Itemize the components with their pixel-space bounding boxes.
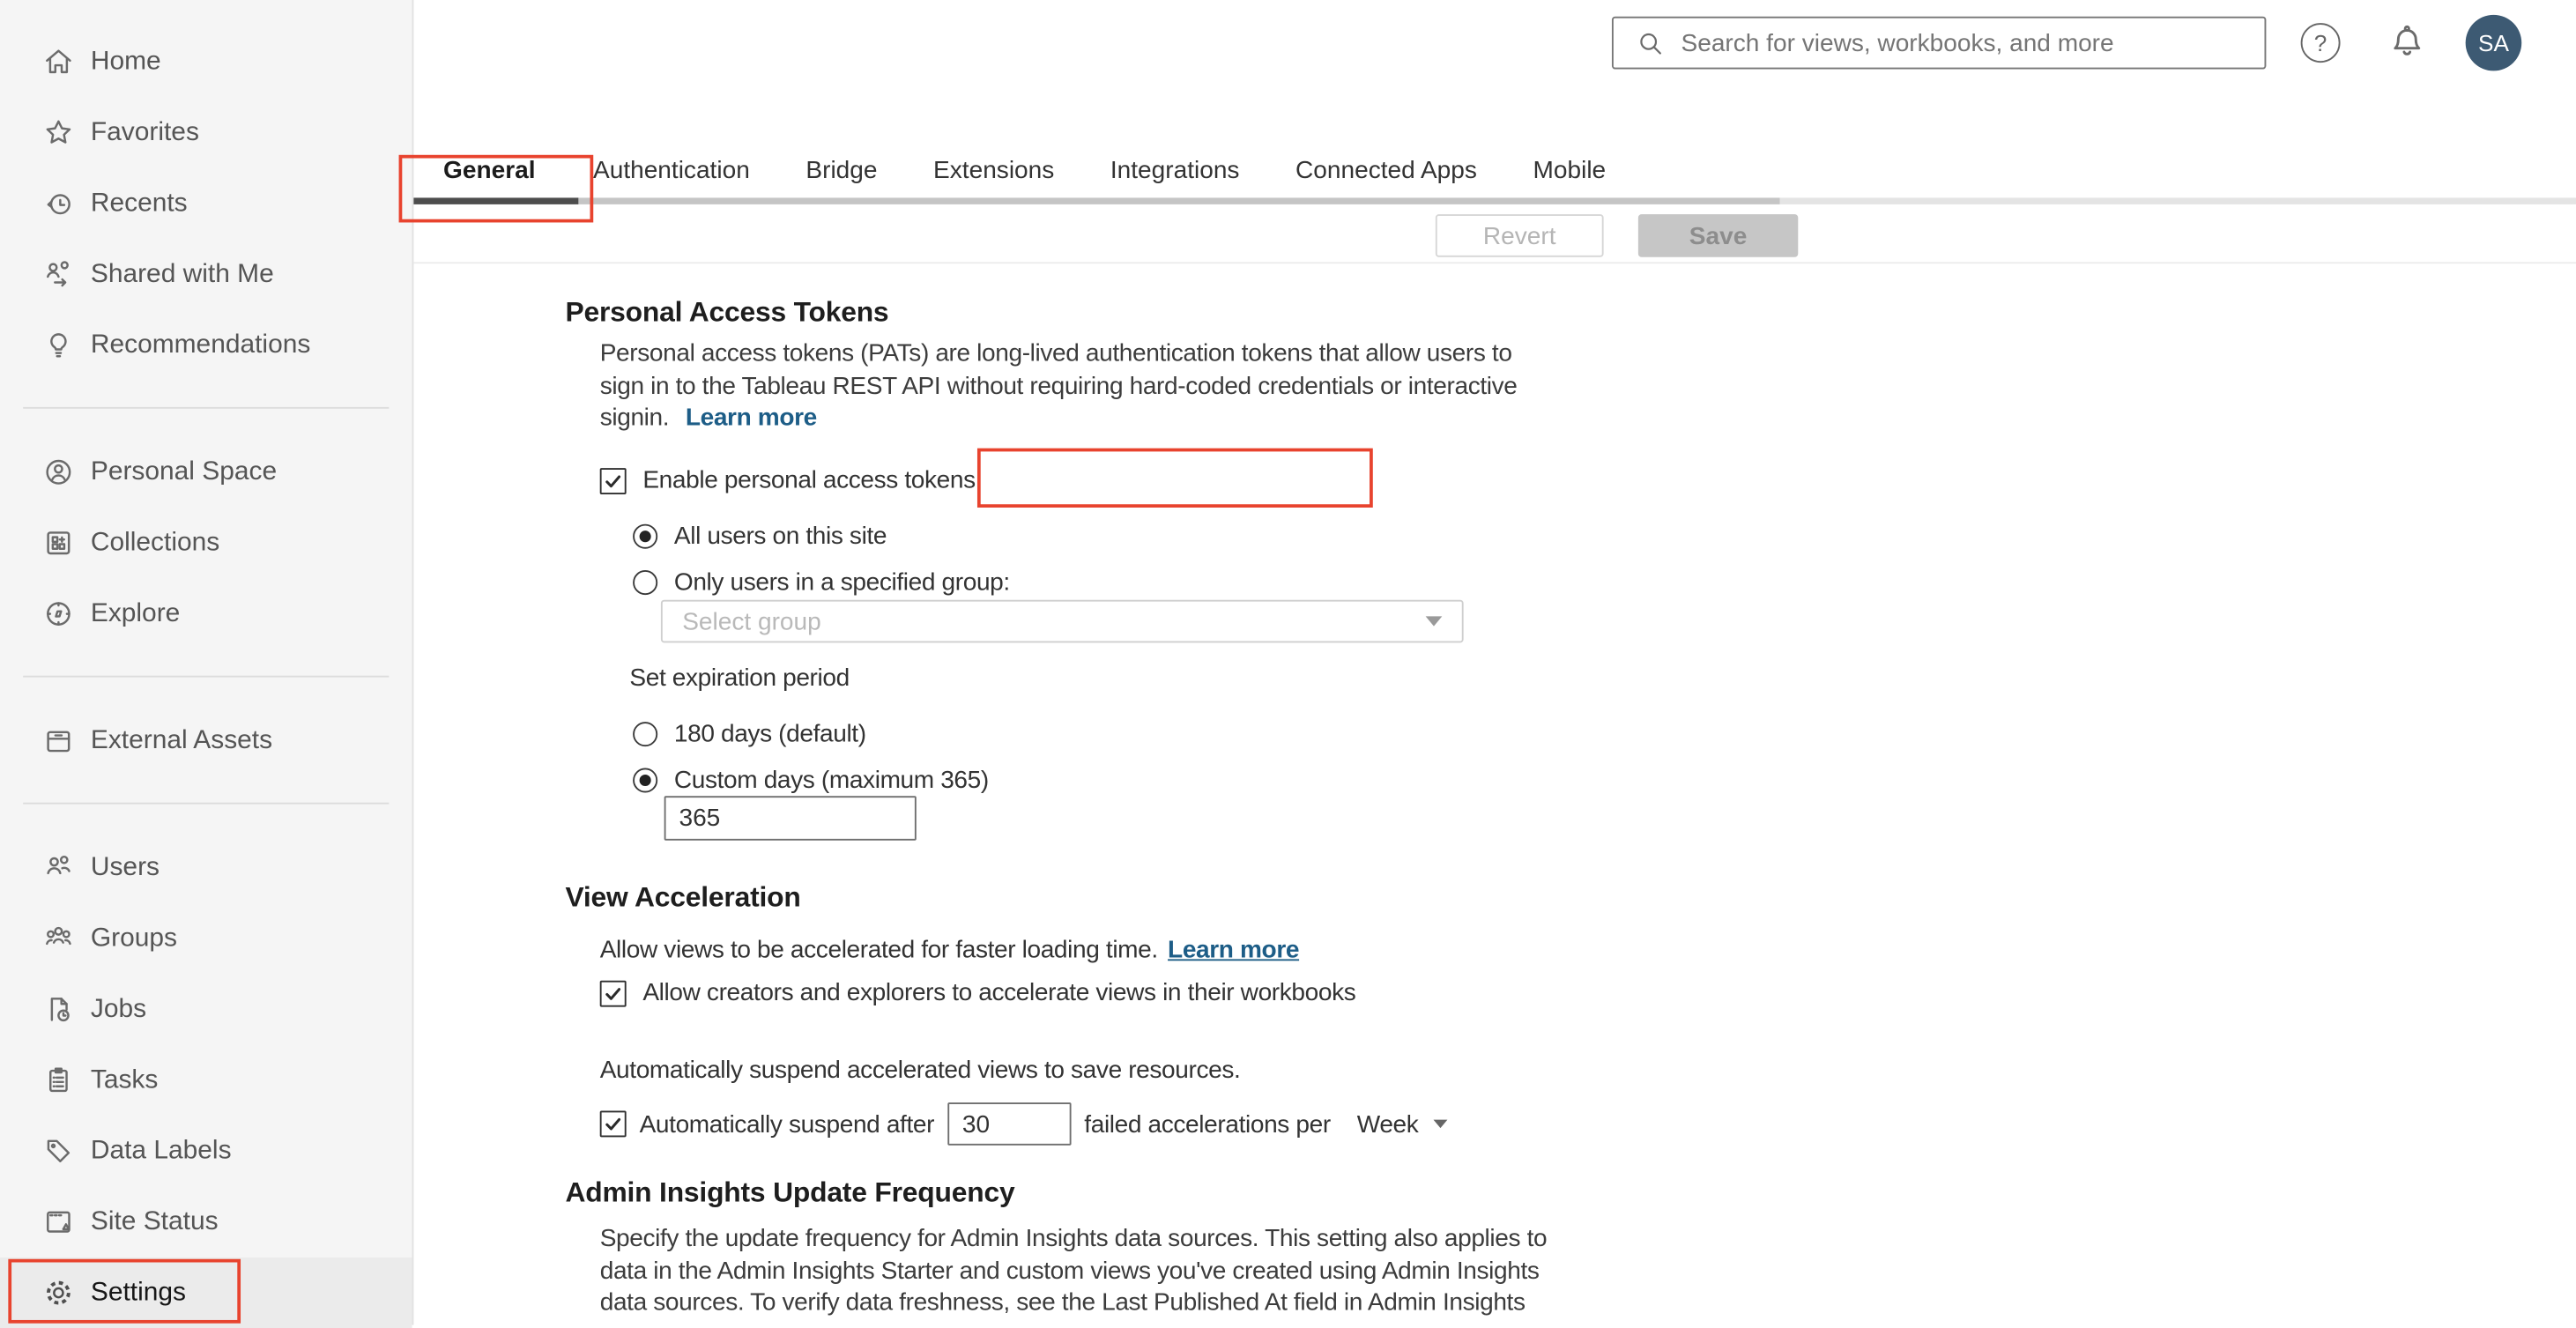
lightbulb-icon — [41, 328, 76, 362]
archive-icon — [41, 723, 76, 758]
sidebar-item-label: External Assets — [90, 725, 273, 754]
sidebar-item-label: Site Status — [90, 1206, 219, 1235]
va-suspend-row: Automatically suspend after failed accel… — [599, 1102, 1448, 1146]
group-select[interactable]: Select group — [660, 599, 1464, 643]
sidebar: Home Favorites Recents Shared with Me Re… — [0, 0, 414, 1328]
all-users-radio[interactable] — [633, 523, 658, 549]
sidebar-item-home[interactable]: Home — [0, 26, 412, 97]
expiration-label: Set expiration period — [629, 664, 850, 693]
custom-days-input[interactable] — [664, 796, 917, 841]
sidebar-item-label: Favorites — [90, 117, 199, 146]
site-status-icon — [41, 1205, 76, 1239]
sidebar-item-label: Home — [90, 47, 161, 76]
sidebar-item-tasks[interactable]: Tasks — [0, 1045, 412, 1116]
va-description-row: Allow views to be accelerated for faster… — [599, 936, 1300, 965]
va-learn-more-link[interactable]: Learn more — [1168, 936, 1299, 964]
settings-content: Personal Access Tokens Personal access t… — [413, 0, 2576, 1325]
all-users-row: All users on this site — [633, 523, 887, 551]
va-allow-label: Allow creators and explorers to accelera… — [642, 978, 1356, 1007]
sidebar-item-settings[interactable]: Settings — [0, 1257, 412, 1328]
sidebar-divider — [23, 675, 390, 678]
view-acceleration-title: View Acceleration — [565, 881, 801, 914]
chevron-down-icon — [1432, 1119, 1447, 1129]
sidebar-item-shared-with-me[interactable]: Shared with Me — [0, 239, 412, 309]
days-180-radio[interactable] — [633, 722, 658, 747]
va-description: Allow views to be accelerated for faster… — [599, 936, 1158, 965]
admin-insights-description: Specify the update frequency for Admin I… — [599, 1224, 1548, 1317]
sidebar-item-label: Recents — [90, 189, 188, 217]
tag-icon — [41, 1134, 76, 1168]
period-value: Week — [1356, 1109, 1419, 1139]
sidebar-item-label: Settings — [90, 1278, 186, 1307]
sidebar-item-groups[interactable]: Groups — [0, 903, 412, 974]
sidebar-item-explore[interactable]: Explore — [0, 578, 412, 649]
custom-days-label: Custom days (maximum 365) — [673, 766, 989, 795]
sidebar-item-label: Data Labels — [90, 1136, 232, 1165]
admin-insights-title: Admin Insights Update Frequency — [565, 1176, 1015, 1208]
enable-pat-label: Enable personal access tokens — [642, 466, 976, 495]
tasks-icon — [41, 1063, 76, 1097]
gear-icon — [41, 1275, 76, 1309]
star-icon — [41, 115, 76, 150]
sidebar-item-label: Groups — [90, 924, 177, 952]
va-suspend-prefix: Automatically suspend after — [639, 1109, 935, 1139]
sidebar-item-site-status[interactable]: Site Status — [0, 1186, 412, 1257]
sidebar-item-recents[interactable]: Recents — [0, 168, 412, 239]
pat-description: Personal access tokens (PATs) are long-l… — [599, 339, 1518, 432]
sidebar-item-users[interactable]: Users — [0, 832, 412, 902]
groups-icon — [41, 921, 76, 955]
sidebar-item-label: Users — [90, 852, 160, 881]
va-suspend-note-row: Automatically suspend accelerated views … — [600, 1057, 1241, 1085]
sidebar-item-jobs[interactable]: Jobs — [0, 974, 412, 1044]
suspend-count-input[interactable] — [947, 1102, 1072, 1146]
va-suspend-note: Automatically suspend accelerated views … — [599, 1056, 1241, 1085]
va-suspend-checkbox[interactable] — [599, 1110, 627, 1138]
all-users-label: All users on this site — [673, 522, 887, 551]
specified-group-label: Only users in a specified group: — [673, 568, 1010, 597]
collections-icon — [41, 526, 76, 560]
sidebar-item-data-labels[interactable]: Data Labels — [0, 1116, 412, 1186]
sidebar-item-label: Tasks — [90, 1065, 159, 1094]
home-icon — [41, 44, 76, 78]
users-icon — [41, 850, 76, 885]
shared-with-me-icon — [41, 257, 76, 292]
compass-icon — [41, 597, 76, 631]
expiration-label-row: Set expiration period — [629, 664, 850, 693]
sidebar-item-collections[interactable]: Collections — [0, 508, 412, 578]
period-select[interactable]: Week — [1356, 1109, 1448, 1139]
chevron-down-icon — [1425, 616, 1443, 627]
sidebar-item-personal-space[interactable]: Personal Space — [0, 437, 412, 508]
sidebar-divider — [23, 406, 390, 409]
custom-days-radio[interactable] — [633, 768, 658, 793]
va-allow-checkbox[interactable] — [599, 979, 627, 1006]
enable-pat-row: Enable personal access tokens — [599, 466, 976, 495]
sidebar-divider — [23, 802, 390, 805]
va-suspend-suffix: failed accelerations per — [1084, 1109, 1331, 1139]
sidebar-item-label: Recommendations — [90, 330, 311, 359]
days-default-row: 180 days (default) — [633, 720, 866, 748]
va-allow-row: Allow creators and explorers to accelera… — [599, 978, 1356, 1007]
sidebar-item-label: Explore — [90, 598, 181, 627]
specified-group-radio[interactable] — [633, 570, 658, 596]
sidebar-item-external-assets[interactable]: External Assets — [0, 705, 412, 775]
sidebar-item-label: Personal Space — [90, 456, 278, 486]
sidebar-item-label: Jobs — [90, 994, 147, 1023]
jobs-icon — [41, 992, 76, 1027]
custom-days-row: Custom days (maximum 365) — [633, 766, 989, 795]
days-180-label: 180 days (default) — [673, 720, 866, 749]
enable-pat-checkbox[interactable] — [599, 467, 627, 494]
specified-group-row: Only users in a specified group: — [633, 568, 1010, 597]
sidebar-item-recommendations[interactable]: Recommendations — [0, 310, 412, 381]
recents-icon — [41, 186, 76, 220]
sidebar-item-label: Shared with Me — [90, 259, 274, 288]
sidebar-item-label: Collections — [90, 528, 220, 557]
pat-section-title: Personal Access Tokens — [565, 296, 889, 329]
pat-learn-more-link[interactable]: Learn more — [676, 404, 817, 432]
tableau-settings-page: Home Favorites Recents Shared with Me Re… — [0, 0, 2576, 1328]
group-select-placeholder: Select group — [682, 607, 821, 635]
person-circle-icon — [41, 455, 76, 489]
sidebar-item-favorites[interactable]: Favorites — [0, 97, 412, 167]
